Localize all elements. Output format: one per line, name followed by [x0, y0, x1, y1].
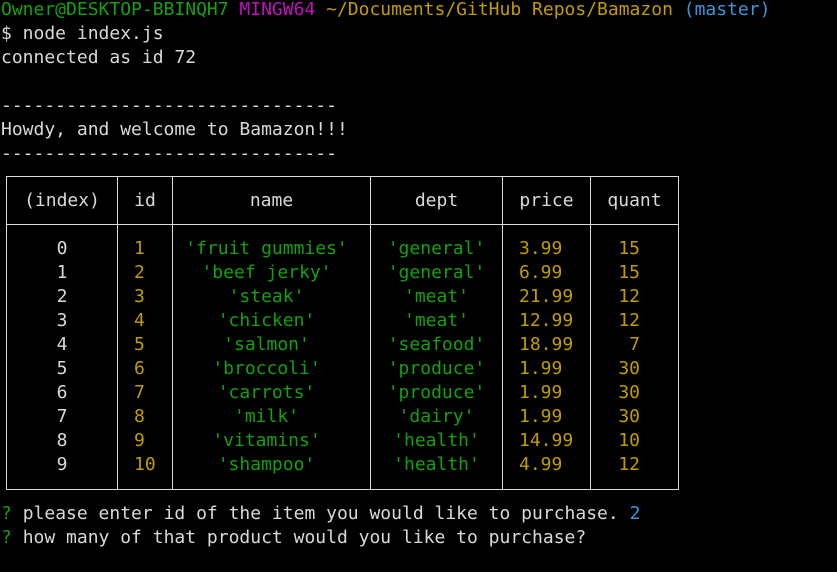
- row-index-cell: 7: [56, 406, 68, 427]
- row-index-cell: 0: [56, 238, 68, 259]
- terminal-window[interactable]: Owner@DESKTOP-BBINQH7 MINGW64 ~/Document…: [1, 0, 837, 572]
- row-quant-cell: 30: [618, 382, 640, 403]
- connection-status: connected as id 72: [1, 47, 197, 68]
- row-index-cell: 9: [56, 454, 68, 475]
- row-quant-cell: 15: [618, 262, 640, 283]
- row-id-cell: 3: [134, 286, 145, 307]
- column-header-price: price: [519, 190, 574, 211]
- row-dept-cell: 'dairy': [398, 406, 475, 427]
- row-id-cell: 7: [134, 382, 145, 403]
- row-price-cell: 18.99: [519, 334, 574, 355]
- row-name-cell: 'shampoo': [217, 454, 316, 475]
- prompt-path: ~/Documents/GitHub Repos/Bamazon: [326, 0, 673, 20]
- banner-rule-top: -------------------------------: [1, 95, 337, 116]
- row-price-cell: 4.99: [519, 454, 563, 475]
- row-id-cell: 9: [134, 430, 145, 451]
- row-name-cell: 'beef jerky': [201, 262, 332, 283]
- row-dept-cell: 'general': [387, 262, 486, 283]
- prompt-shell: MINGW64: [239, 0, 316, 20]
- answer-input[interactable]: 2: [630, 503, 641, 524]
- row-quant-cell: 15: [618, 238, 640, 259]
- row-name-cell: 'carrots': [217, 382, 316, 403]
- question-text: how many of that product would you like …: [22, 527, 587, 548]
- row-quant-cell: 10: [618, 430, 640, 451]
- row-index-cell: 3: [56, 310, 68, 331]
- row-id-cell: 4: [134, 310, 145, 331]
- row-id-cell: 1: [134, 238, 145, 259]
- table-header-divider: [7, 224, 678, 225]
- column-header-name: name: [249, 190, 294, 211]
- banner-rule-bottom: -------------------------------: [1, 143, 337, 164]
- row-quant-cell: 30: [618, 406, 640, 427]
- column-header-id: id: [134, 190, 156, 211]
- column-header-quant: quant: [607, 190, 662, 211]
- row-dept-cell: 'meat': [403, 286, 470, 307]
- row-price-cell: 1.99: [519, 382, 563, 403]
- column-header-index: (index): [24, 190, 100, 211]
- row-index-cell: 2: [56, 286, 68, 307]
- command-line: $ node index.js: [1, 23, 164, 44]
- row-name-cell: 'vitamins': [212, 430, 321, 451]
- row-price-cell: 6.99: [519, 262, 563, 283]
- row-quant-cell: 12: [618, 286, 640, 307]
- row-quant-cell: 12: [618, 454, 640, 475]
- question-marker: ?: [1, 503, 12, 524]
- row-price-cell: 14.99: [519, 430, 574, 451]
- row-name-cell: 'fruit gummies': [185, 238, 348, 259]
- column-header-dept: dept: [414, 190, 459, 211]
- question-line: ? how many of that product would you lik…: [1, 526, 586, 550]
- row-id-cell: 6: [134, 358, 145, 379]
- row-name-cell: 'broccoli': [212, 358, 321, 379]
- row-name-cell: 'steak': [228, 286, 305, 307]
- row-dept-cell: 'produce': [387, 358, 486, 379]
- row-quant-cell: 7: [629, 334, 640, 355]
- row-price-cell: 21.99: [519, 286, 574, 307]
- row-index-cell: 1: [56, 262, 68, 283]
- question-marker: ?: [1, 527, 12, 548]
- row-quant-cell: 12: [618, 310, 640, 331]
- row-index-cell: 6: [56, 382, 68, 403]
- row-index-cell: 5: [56, 358, 68, 379]
- prompt-branch: (master): [683, 0, 771, 20]
- row-quant-cell: 30: [618, 358, 640, 379]
- row-dept-cell: 'general': [387, 238, 486, 259]
- row-id-cell: 2: [134, 262, 145, 283]
- prompt-user-host: Owner@DESKTOP-BBINQH7: [1, 0, 229, 20]
- row-id-cell: 8: [134, 406, 145, 427]
- shell-prompt-line: Owner@DESKTOP-BBINQH7 MINGW64 ~/Document…: [1, 0, 770, 22]
- row-dept-cell: 'meat': [403, 310, 470, 331]
- row-price-cell: 12.99: [519, 310, 574, 331]
- row-dept-cell: 'seafood': [387, 334, 486, 355]
- row-dept-cell: 'health': [393, 430, 480, 451]
- row-index-cell: 4: [56, 334, 68, 355]
- row-name-cell: 'chicken': [217, 310, 316, 331]
- row-dept-cell: 'produce': [387, 382, 486, 403]
- question-line: ? please enter id of the item you would …: [1, 502, 640, 526]
- row-id-cell: 5: [134, 334, 145, 355]
- row-name-cell: 'salmon': [223, 334, 310, 355]
- row-price-cell: 3.99: [519, 238, 563, 259]
- products-table: (index) id name dept price quant 0 1 'frui…: [6, 176, 679, 490]
- row-price-cell: 1.99: [519, 406, 563, 427]
- question-text: please enter id of the item you would li…: [22, 503, 619, 524]
- row-dept-cell: 'health': [393, 454, 480, 475]
- row-price-cell: 1.99: [519, 358, 563, 379]
- row-index-cell: 8: [56, 430, 68, 451]
- row-name-cell: 'milk': [233, 406, 300, 427]
- row-id-cell: 10: [134, 454, 156, 475]
- banner-message: Howdy, and welcome to Bamazon!!!: [1, 119, 348, 140]
